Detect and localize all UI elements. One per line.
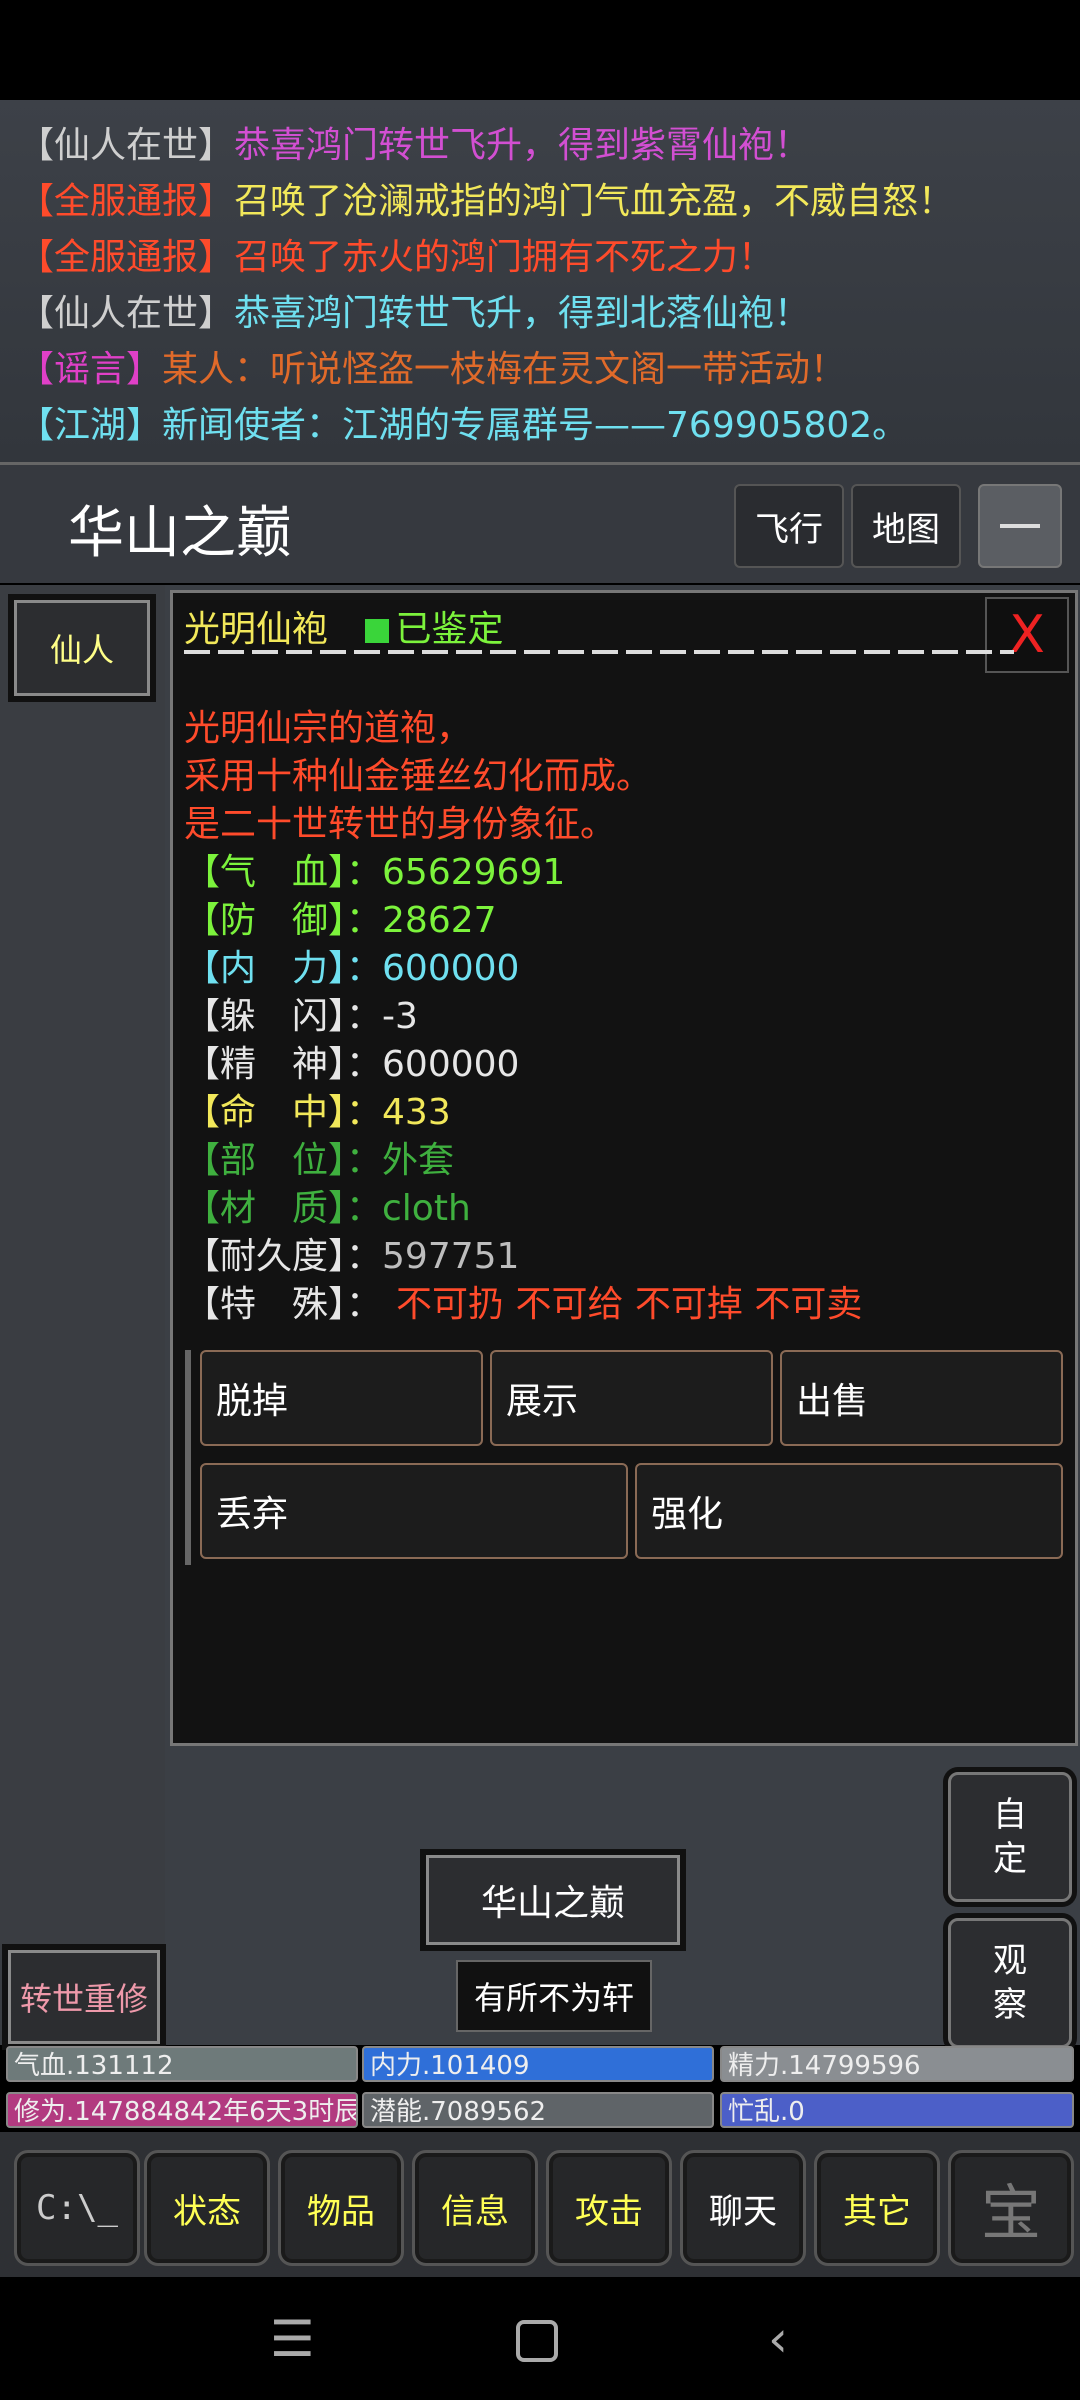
status-bar [0, 0, 1080, 100]
hp-bar: 气血.131112 [6, 2046, 358, 2082]
actions-bar-divider [185, 1350, 191, 1565]
chat-line: 【仙人在世】恭喜鸿门转世飞升，得到紫霄仙袍！ [18, 125, 811, 166]
back-icon[interactable]: ‹ [768, 2310, 788, 2368]
item-desc-line: 光明仙宗的道袍， [184, 708, 473, 749]
attr-row: 【耐久度】：597751 [184, 1236, 520, 1277]
menu-icon[interactable]: ☰ [270, 2310, 315, 2368]
jingli-bar: 精力.14799596 [720, 2046, 1074, 2082]
attr-row: 【躲 闪】：-3 [184, 996, 418, 1037]
attr-row: 【部 位】：外套 [184, 1140, 455, 1181]
page-title: 华山之巅 [68, 501, 292, 566]
item-desc-line: 采用十种仙金锤丝幻化而成。 [184, 756, 653, 797]
nav-items[interactable]: 物品 [278, 2150, 404, 2266]
nav-chat[interactable]: 聊天 [680, 2150, 806, 2266]
item-name: 光明仙袍 [184, 609, 329, 650]
attr-row: 【内 力】：600000 [184, 948, 520, 989]
sell-button[interactable]: 出售 [780, 1350, 1063, 1446]
attr-row: 【气 血】：65629691 [184, 852, 566, 893]
qianneng-bar: 潜能.7089562 [362, 2092, 714, 2128]
attr-row: 【命 中】：433 [184, 1092, 451, 1133]
nav-other[interactable]: 其它 [814, 2150, 940, 2266]
location-button[interactable]: 华山之巅 [426, 1855, 680, 1945]
rebirth-button[interactable]: 转世重修 [8, 1950, 160, 2044]
chat-line: 【谣言】某人：听说怪盗一枝梅在灵文阁一带活动！ [18, 349, 847, 390]
xiuwei-bar: 修为.147884842年6天3时辰 [6, 2092, 358, 2128]
observe-button[interactable]: 观察 [948, 1918, 1072, 2048]
mangluan-bar: 忙乱.0 [720, 2092, 1074, 2128]
console-button[interactable]: C:\_ [14, 2150, 140, 2266]
xianren-button[interactable]: 仙人 [14, 600, 150, 696]
left-column [0, 585, 165, 2045]
attr-row-special: 【特 殊】： 不可扔 不可给 不可掉 不可卖 [184, 1284, 863, 1325]
chat-area[interactable]: 【仙人在世】恭喜鸿门转世飞升，得到紫霄仙袍！ 【全服通报】召唤了沧澜戒指的鸿门气… [0, 100, 1080, 465]
nav-attack[interactable]: 攻击 [546, 2150, 672, 2266]
map-button[interactable]: 地图 [851, 484, 961, 568]
app-logo-icon[interactable]: 宝 [948, 2150, 1074, 2266]
nav-info[interactable]: 信息 [412, 2150, 538, 2266]
identified-status: 已鉴定 [395, 609, 504, 650]
custom-label-top: 自 [993, 1795, 1027, 1835]
chat-line: 【全服通报】召唤了沧澜戒指的鸿门气血充盈，不威自怒！ [18, 181, 955, 222]
observe-label-top: 观 [993, 1941, 1027, 1981]
attr-row: 【防 御】：28627 [184, 900, 497, 941]
attr-row: 【材 质】：cloth [184, 1188, 471, 1229]
custom-label-bottom: 定 [993, 1839, 1027, 1879]
item-desc-line: 是二十世转世的身份象征。 [184, 804, 617, 845]
item-name-row: 光明仙袍 已鉴定 [184, 608, 503, 652]
home-icon[interactable] [516, 2320, 558, 2362]
attr-row: 【精 神】：600000 [184, 1044, 520, 1085]
take-off-button[interactable]: 脱掉 [200, 1350, 483, 1446]
divider [184, 650, 1014, 654]
guild-button[interactable]: 有所不为轩 [456, 1960, 652, 2032]
custom-button[interactable]: 自定 [948, 1772, 1072, 1902]
chat-line: 【全服通报】召唤了赤火的鸿门拥有不死之力！ [18, 237, 775, 278]
enhance-button[interactable]: 强化 [635, 1463, 1063, 1559]
minimize-button[interactable] [978, 484, 1062, 568]
discard-button[interactable]: 丢弃 [200, 1463, 628, 1559]
observe-label-bottom: 察 [993, 1985, 1027, 2025]
chat-line: 【江湖】新闻使者：江湖的专属群号——769905802。 [18, 405, 909, 446]
chat-line: 【仙人在世】恭喜鸿门转世飞升，得到北落仙袍！ [18, 293, 811, 334]
show-button[interactable]: 展示 [490, 1350, 773, 1446]
nav-status[interactable]: 状态 [144, 2150, 270, 2266]
neili-bar: 内力.101409 [362, 2046, 714, 2082]
close-button[interactable]: X [985, 597, 1069, 673]
identified-icon [365, 619, 390, 643]
fly-button[interactable]: 飞行 [734, 484, 844, 568]
